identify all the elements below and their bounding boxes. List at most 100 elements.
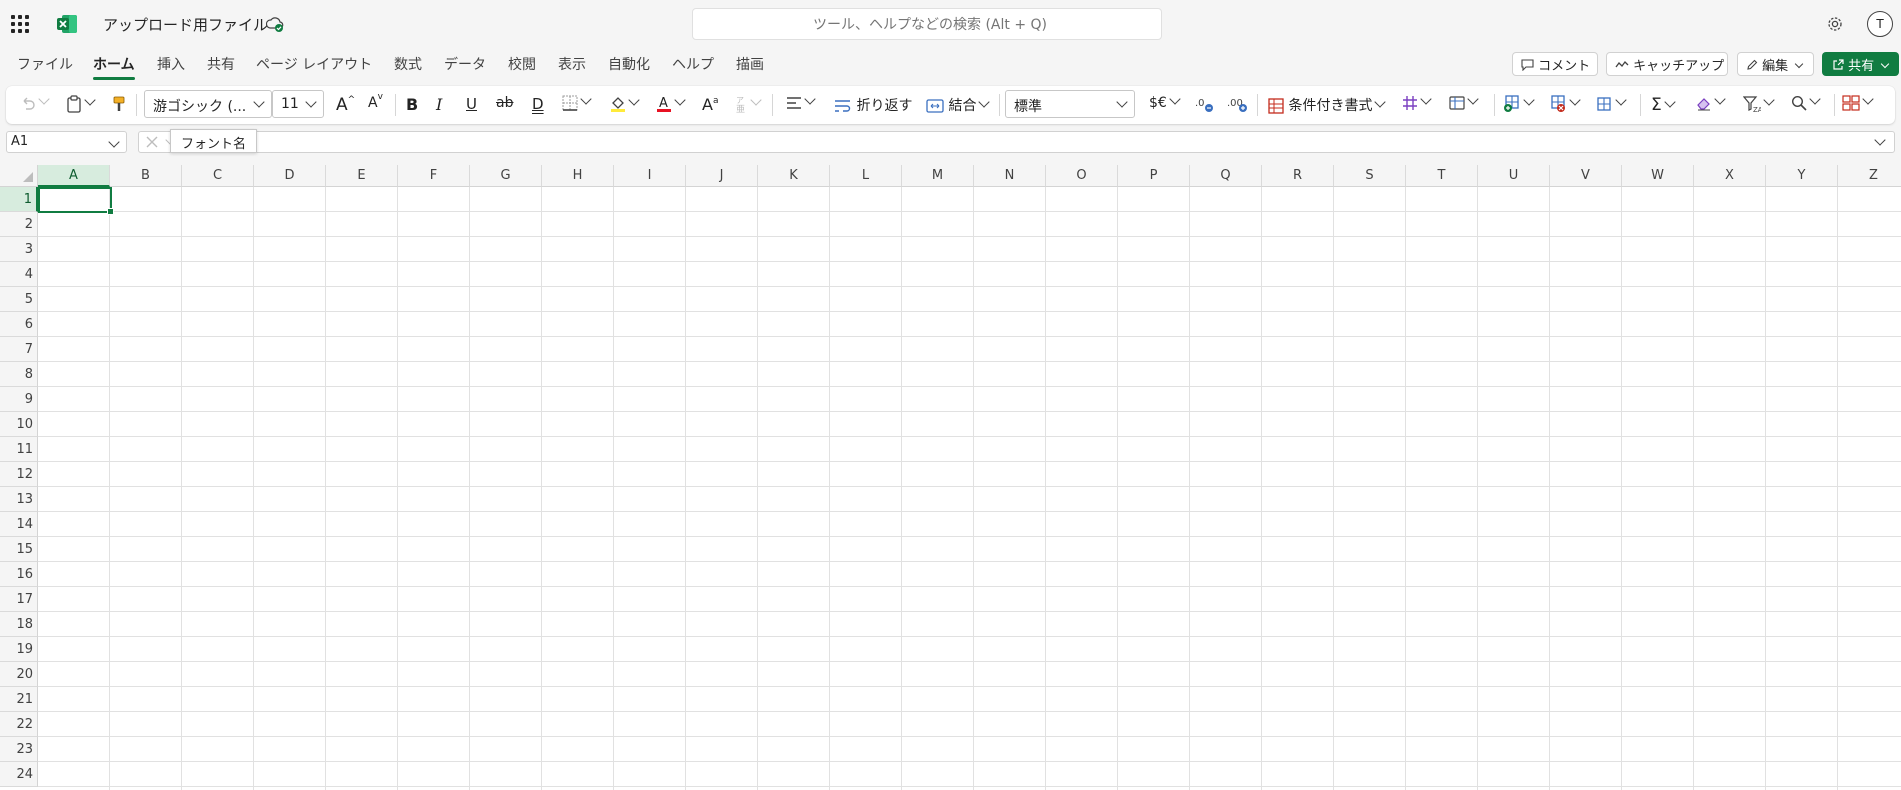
- column-header-l[interactable]: L: [830, 165, 902, 187]
- column-header-b[interactable]: B: [110, 165, 182, 187]
- delete-cells-button[interactable]: [1549, 94, 1581, 115]
- search-input[interactable]: [713, 14, 1147, 36]
- edit-mode-button[interactable]: 編集: [1737, 52, 1814, 76]
- fill-color-button[interactable]: [610, 94, 640, 115]
- find-button[interactable]: [1791, 93, 1821, 115]
- cell-area[interactable]: [38, 187, 1901, 790]
- column-header-u[interactable]: U: [1478, 165, 1550, 187]
- tab-draw[interactable]: 描画: [736, 54, 764, 74]
- column-header-v[interactable]: V: [1550, 165, 1622, 187]
- row-header-5[interactable]: 5: [0, 287, 38, 312]
- column-header-d[interactable]: D: [254, 165, 326, 187]
- row-header-24[interactable]: 24: [0, 762, 38, 787]
- phonetic-button[interactable]: ア亜: [734, 94, 762, 115]
- row-header-8[interactable]: 8: [0, 362, 38, 387]
- text-effects-button[interactable]: Aa: [702, 95, 718, 115]
- addins-button[interactable]: [1842, 93, 1874, 115]
- column-header-n[interactable]: N: [974, 165, 1046, 187]
- borders-button[interactable]: [562, 93, 592, 115]
- column-header-g[interactable]: G: [470, 165, 542, 187]
- row-header-11[interactable]: 11: [0, 437, 38, 462]
- share-button[interactable]: 共有: [1822, 52, 1899, 76]
- wrap-text-button[interactable]: 折り返す: [834, 95, 912, 115]
- italic-button[interactable]: I: [436, 95, 442, 115]
- row-header-1[interactable]: 1: [0, 187, 38, 212]
- row-header-9[interactable]: 9: [0, 387, 38, 412]
- format-cells-button[interactable]: [1595, 94, 1627, 115]
- tab-home[interactable]: ホーム: [93, 54, 135, 80]
- font-name-dropdown[interactable]: 游ゴシック (...: [144, 90, 272, 118]
- row-header-3[interactable]: 3: [0, 237, 38, 262]
- bold-button[interactable]: B: [406, 95, 418, 115]
- formula-bar[interactable]: [138, 131, 1895, 153]
- column-header-k[interactable]: K: [758, 165, 830, 187]
- name-box[interactable]: A1: [6, 131, 127, 153]
- row-header-13[interactable]: 13: [0, 487, 38, 512]
- decrease-font-button[interactable]: Av: [368, 92, 383, 115]
- font-color-button[interactable]: A: [656, 94, 686, 115]
- clear-button[interactable]: [1696, 93, 1726, 115]
- spreadsheet-grid[interactable]: ABCDEFGHIJKLMNOPQRSTUVWXYZ 1 2 3 4 5 6 7 8 9 10 11…: [0, 165, 1901, 790]
- row-header-6[interactable]: 6: [0, 312, 38, 337]
- tab-insert[interactable]: 挿入: [157, 54, 185, 74]
- select-all-corner[interactable]: [0, 165, 38, 187]
- excel-logo-icon[interactable]: [56, 13, 78, 35]
- column-header-x[interactable]: X: [1694, 165, 1766, 187]
- comment-button[interactable]: コメント: [1512, 52, 1598, 76]
- column-header-z[interactable]: Z: [1838, 165, 1901, 187]
- row-header-18[interactable]: 18: [0, 612, 38, 637]
- column-header-p[interactable]: P: [1118, 165, 1190, 187]
- gear-icon[interactable]: [1826, 15, 1844, 33]
- row-header-2[interactable]: 2: [0, 212, 38, 237]
- column-header-t[interactable]: T: [1406, 165, 1478, 187]
- cell-styles-button[interactable]: [1449, 93, 1479, 115]
- increase-font-button[interactable]: A^: [336, 95, 355, 115]
- row-header-17[interactable]: 17: [0, 587, 38, 612]
- row-header-19[interactable]: 19: [0, 637, 38, 662]
- format-as-table-button[interactable]: [1402, 93, 1432, 115]
- insert-cells-button[interactable]: [1503, 94, 1535, 115]
- column-header-m[interactable]: M: [902, 165, 974, 187]
- tab-view[interactable]: 表示: [558, 54, 586, 74]
- align-button[interactable]: [786, 93, 816, 115]
- row-header-7[interactable]: 7: [0, 337, 38, 362]
- avatar[interactable]: T: [1867, 11, 1893, 37]
- cancel-icon[interactable]: [145, 135, 159, 149]
- app-launcher-icon[interactable]: [11, 15, 29, 33]
- autosum-button[interactable]: Σ: [1651, 95, 1676, 115]
- paste-button[interactable]: [66, 94, 96, 115]
- row-header-22[interactable]: 22: [0, 712, 38, 737]
- tab-share[interactable]: 共有: [207, 54, 235, 74]
- column-header-s[interactable]: S: [1334, 165, 1406, 187]
- column-header-j[interactable]: J: [686, 165, 758, 187]
- row-header-16[interactable]: 16: [0, 562, 38, 587]
- row-header-21[interactable]: 21: [0, 687, 38, 712]
- column-header-o[interactable]: O: [1046, 165, 1118, 187]
- row-header-23[interactable]: 23: [0, 737, 38, 762]
- underline-button[interactable]: U: [466, 95, 477, 115]
- tab-formulas[interactable]: 数式: [394, 54, 422, 74]
- tab-page-layout[interactable]: ページ レイアウト: [256, 54, 372, 74]
- tab-data[interactable]: データ: [444, 54, 486, 74]
- currency-button[interactable]: $€: [1149, 93, 1181, 115]
- double-underline-button[interactable]: D: [532, 95, 544, 115]
- format-painter-button[interactable]: [112, 95, 126, 115]
- expand-formula-icon[interactable]: [1874, 134, 1886, 146]
- decrease-decimal-button[interactable]: .0: [1194, 95, 1214, 115]
- increase-decimal-button[interactable]: .00: [1226, 95, 1248, 115]
- column-header-w[interactable]: W: [1622, 165, 1694, 187]
- row-header-15[interactable]: 15: [0, 537, 38, 562]
- number-format-dropdown[interactable]: 標準: [1005, 90, 1135, 118]
- undo-button[interactable]: [20, 93, 50, 115]
- document-title[interactable]: アップロード用ファイル: [103, 14, 268, 35]
- column-header-h[interactable]: H: [542, 165, 614, 187]
- column-header-f[interactable]: F: [398, 165, 470, 187]
- column-header-c[interactable]: C: [182, 165, 254, 187]
- row-header-12[interactable]: 12: [0, 462, 38, 487]
- saved-status-icon[interactable]: [266, 15, 284, 33]
- conditional-format-button[interactable]: 条件付き書式: [1268, 95, 1387, 115]
- column-header-y[interactable]: Y: [1766, 165, 1838, 187]
- merge-button[interactable]: 結合: [926, 95, 991, 115]
- row-header-14[interactable]: 14: [0, 512, 38, 537]
- column-header-r[interactable]: R: [1262, 165, 1334, 187]
